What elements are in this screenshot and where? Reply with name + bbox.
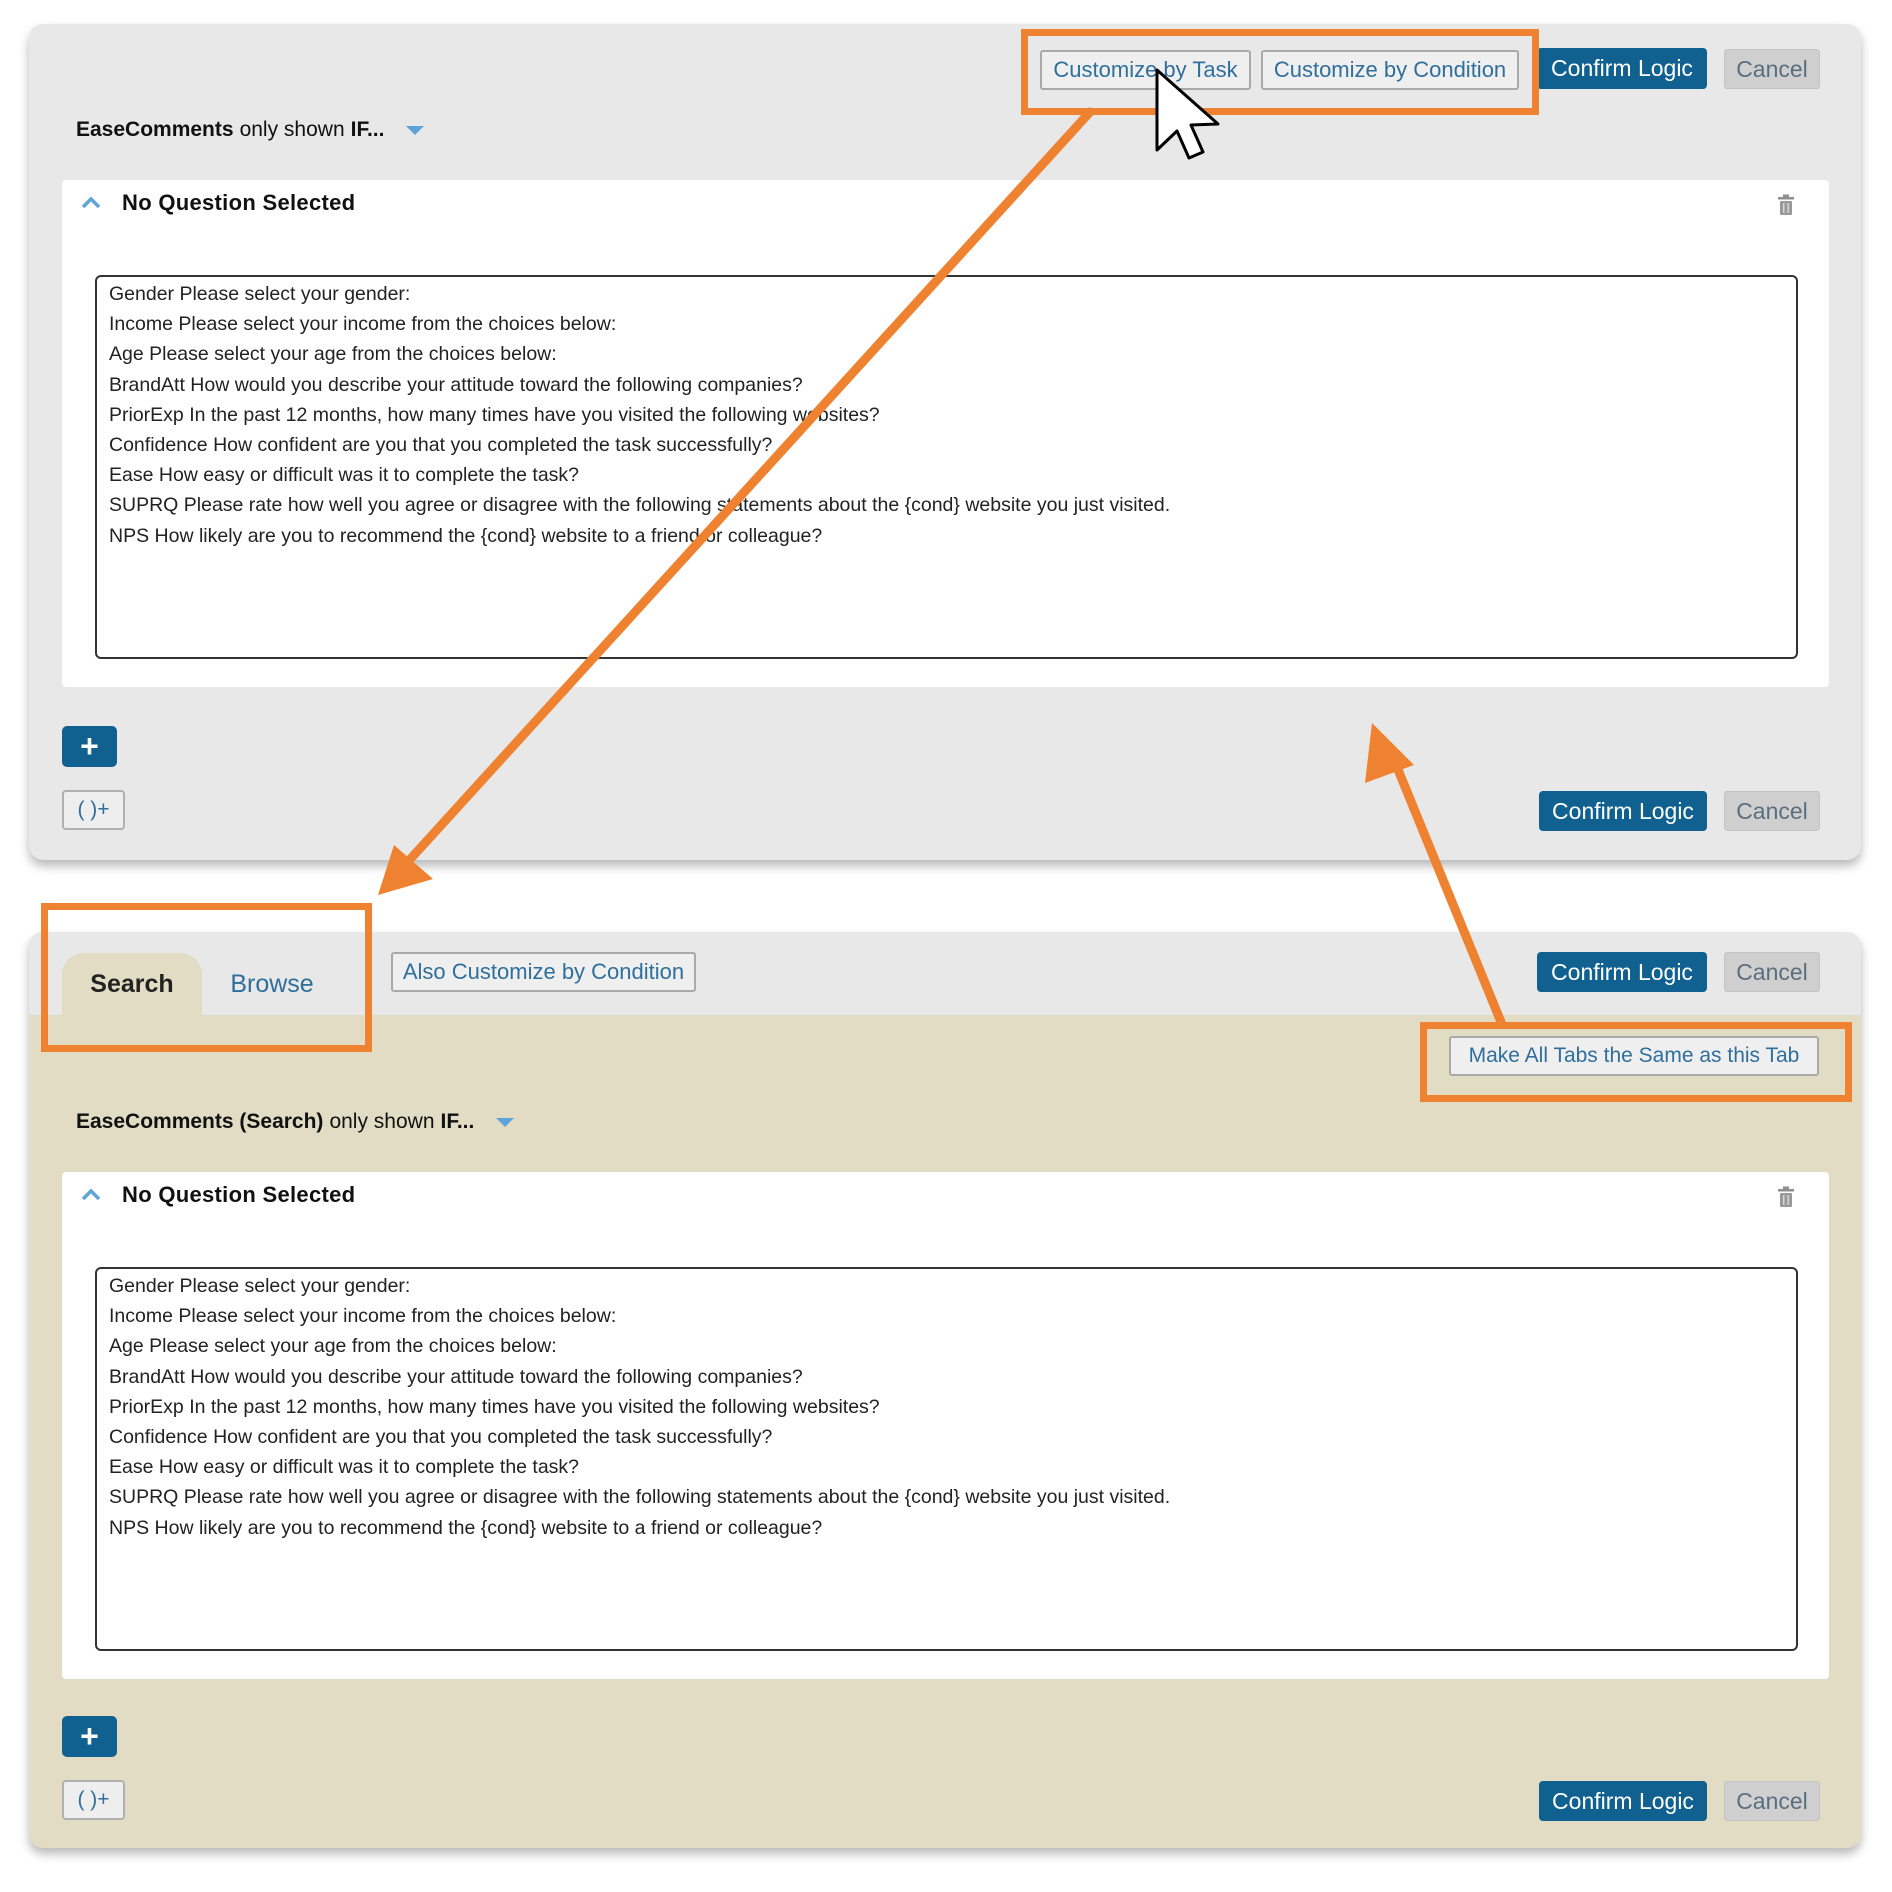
arrow-line-to-tabs (399, 107, 1095, 871)
annotation-arrows (378, 68, 1506, 1027)
arrowhead-to-tabs (378, 845, 433, 895)
arrowhead-make-all-tabs (1365, 723, 1414, 783)
mouse-cursor-icon (1155, 68, 1220, 160)
arrow-line-make-all-tabs (1385, 745, 1506, 1027)
